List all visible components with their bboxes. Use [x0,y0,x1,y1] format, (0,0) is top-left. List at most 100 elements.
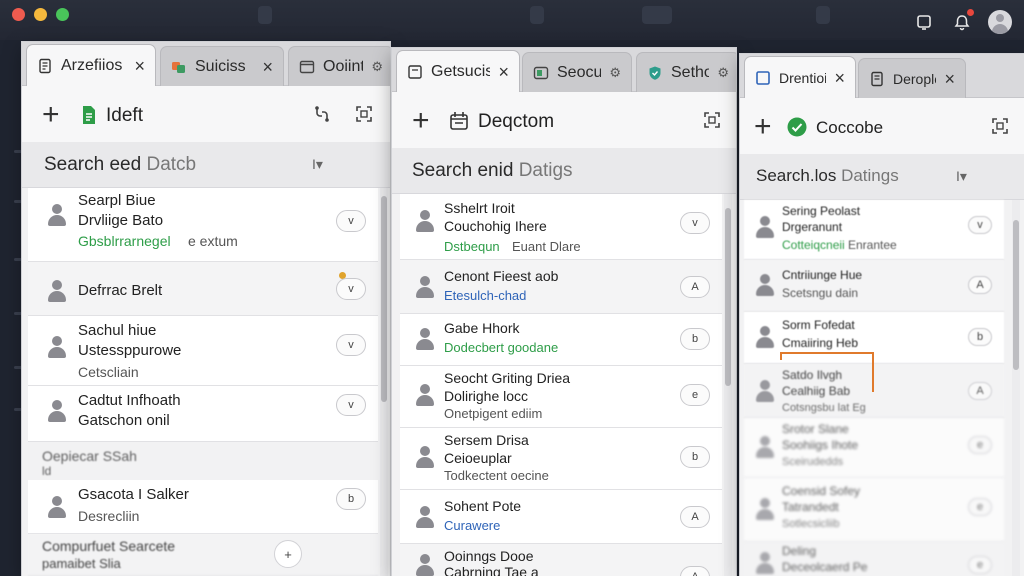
background-tab[interactable] [530,6,544,24]
expand-button[interactable]: b [680,328,710,350]
filter-icon[interactable]: I▾ [312,156,323,173]
list-item[interactable]: Cadtut Infhoath Gatschon onil v [28,386,378,442]
item-status: Gbsblrrarnegel [78,233,171,249]
item-title: Gabe Hhork [444,320,520,336]
user-avatar[interactable] [988,10,1012,34]
list-item[interactable]: Sshelrt Iroit Couchohig Ihere Dstbequn E… [400,194,722,260]
search-label: Search enid Datigs [412,160,573,181]
list-item[interactable]: Cntriiunge Hue Scetsngu dain A [744,260,1004,312]
avatar [754,380,776,402]
close-icon[interactable]: × [834,69,845,87]
list-item[interactable]: Searpl Biue Drvliige Bato Gbsblrrarnegel… [28,188,378,262]
expand-button[interactable]: b [680,446,710,468]
background-tab[interactable] [258,6,272,24]
item-status: Cotteiqcneii [782,238,845,252]
list-item[interactable]: Gabe Hhork Dodecbert goodane b [400,314,722,366]
gear-icon[interactable]: ⚙ [371,59,383,75]
search-bar[interactable]: Search enid Datigs [392,148,736,194]
item-link[interactable]: Curawere [444,518,500,533]
list-item[interactable]: Cenont Fieest aob Etesulch-chad A [400,260,722,314]
link-icon[interactable] [312,104,332,124]
search-bar[interactable]: Search.los Datings I▾ [740,154,1024,200]
scrollbar-thumb[interactable] [381,196,387,402]
list-item[interactable]: Sering Peolast Drgeranunt Cotteiqcneii E… [744,200,1004,260]
scrollbar[interactable] [380,188,388,576]
maximize-window-button[interactable] [56,8,69,21]
tab-sethont[interactable]: Sethont ⚙ [636,52,736,92]
add-button[interactable]: + [754,112,772,142]
minimize-window-button[interactable] [34,8,47,21]
avatar [414,384,436,406]
expand-button[interactable]: e [968,436,992,454]
list-item[interactable]: Coensid Sofey Tatrandedt Sotlecsicliib e [744,478,1004,542]
scrollbar-thumb[interactable] [1013,220,1019,370]
list-item[interactable]: Deling Deceolcaerd Pe e [744,542,1004,576]
close-icon[interactable]: × [944,70,955,88]
close-icon[interactable]: × [134,57,145,75]
list-item[interactable]: Compurfuet Searcete pamaibet Slia [28,534,378,576]
expand-button[interactable]: e [680,384,710,406]
expand-button[interactable]: v [336,394,366,416]
expand-button[interactable]: A [968,382,992,400]
expand-button[interactable]: A [968,276,992,294]
gear-icon[interactable]: ⚙ [609,65,621,81]
background-tab[interactable] [642,6,672,24]
list-item[interactable]: Sachul hiue Ustessppurowe Cetscliain v [28,316,378,386]
gutter-mark [14,258,22,261]
add-button[interactable]: + [412,106,430,136]
item-link[interactable]: Etesulch-chad [444,288,526,303]
notification-bell-icon[interactable] [952,9,974,32]
scrollbar-thumb[interactable] [725,208,731,386]
expand-icon[interactable] [990,116,1010,136]
selection-highlight [780,352,874,392]
expand-button[interactable]: v [336,334,366,356]
filter-icon[interactable]: I▾ [956,168,967,185]
avatar [414,276,436,298]
tab-suiciss[interactable]: Suiciss × [160,46,284,86]
expand-button[interactable]: A [680,506,710,528]
scrollbar[interactable] [1012,200,1020,576]
avatar [46,204,68,226]
window-icon[interactable] [914,12,934,32]
expand-button[interactable]: A [680,276,710,298]
list-item[interactable]: Sohent Pote Curawere A [400,490,722,544]
tab-arzefiios[interactable]: Arzefiios × [26,44,156,86]
tab-drentiois[interactable]: Drentiois × [744,56,856,98]
search-bar[interactable]: Search eed Datcb I▾ [22,142,390,188]
item-meta: Cetscliain [78,364,139,380]
scrollbar[interactable] [724,194,732,576]
expand-button[interactable]: b [968,328,992,346]
list-item[interactable]: Gsacota I Salker Desrecliin b [28,480,378,534]
item-meta: Todkectent oecine [444,468,549,483]
list-item[interactable]: Srotor Slane Soohiigs Ihote Sceirudedds … [744,418,1004,478]
expand-button[interactable]: v [680,212,710,234]
expand-button[interactable]: e [968,556,992,574]
expand-button[interactable]: v [336,278,366,300]
tab-strip: Arzefiios × Suiciss × Ooiint ⚙ [22,42,390,86]
expand-button[interactable]: v [336,210,366,232]
close-icon[interactable]: × [498,63,509,81]
tab-getsucis[interactable]: Getsucis × [396,50,520,92]
expand-button[interactable]: A [680,566,710,576]
gear-icon[interactable]: ⚙ [717,65,729,81]
list-item[interactable]: Defrrac Brelt v [28,262,378,316]
expand-button[interactable]: e [968,498,992,516]
background-tab[interactable] [816,6,830,24]
add-button[interactable]: + [42,100,60,130]
expand-button[interactable]: b [336,488,366,510]
list-item[interactable]: Sersem Drisa Ceioeuplar Todkectent oecin… [400,428,722,490]
list-item[interactable]: Ooinngs Dooe Cabrning Tae a A [400,544,722,576]
item-title: Seocht Griting Driea [444,370,571,386]
expand-button[interactable]: v [968,216,992,234]
tab-deroplosec[interactable]: Deroplosec × [858,58,966,98]
item-meta: Desrecliin [78,508,140,524]
tab-seocuts[interactable]: Seocuts ⚙ [522,52,632,92]
compose-button[interactable]: + [274,540,302,568]
close-window-button[interactable] [12,8,25,21]
expand-icon[interactable] [702,110,722,130]
list-item[interactable]: Seocht Griting Driea Dolirighe locc Onet… [400,366,722,428]
expand-icon[interactable] [354,104,374,124]
tab-ooiint[interactable]: Ooiint ⚙ [288,46,390,86]
close-icon[interactable]: × [262,58,273,76]
tab-label: Drentiois [779,69,826,86]
